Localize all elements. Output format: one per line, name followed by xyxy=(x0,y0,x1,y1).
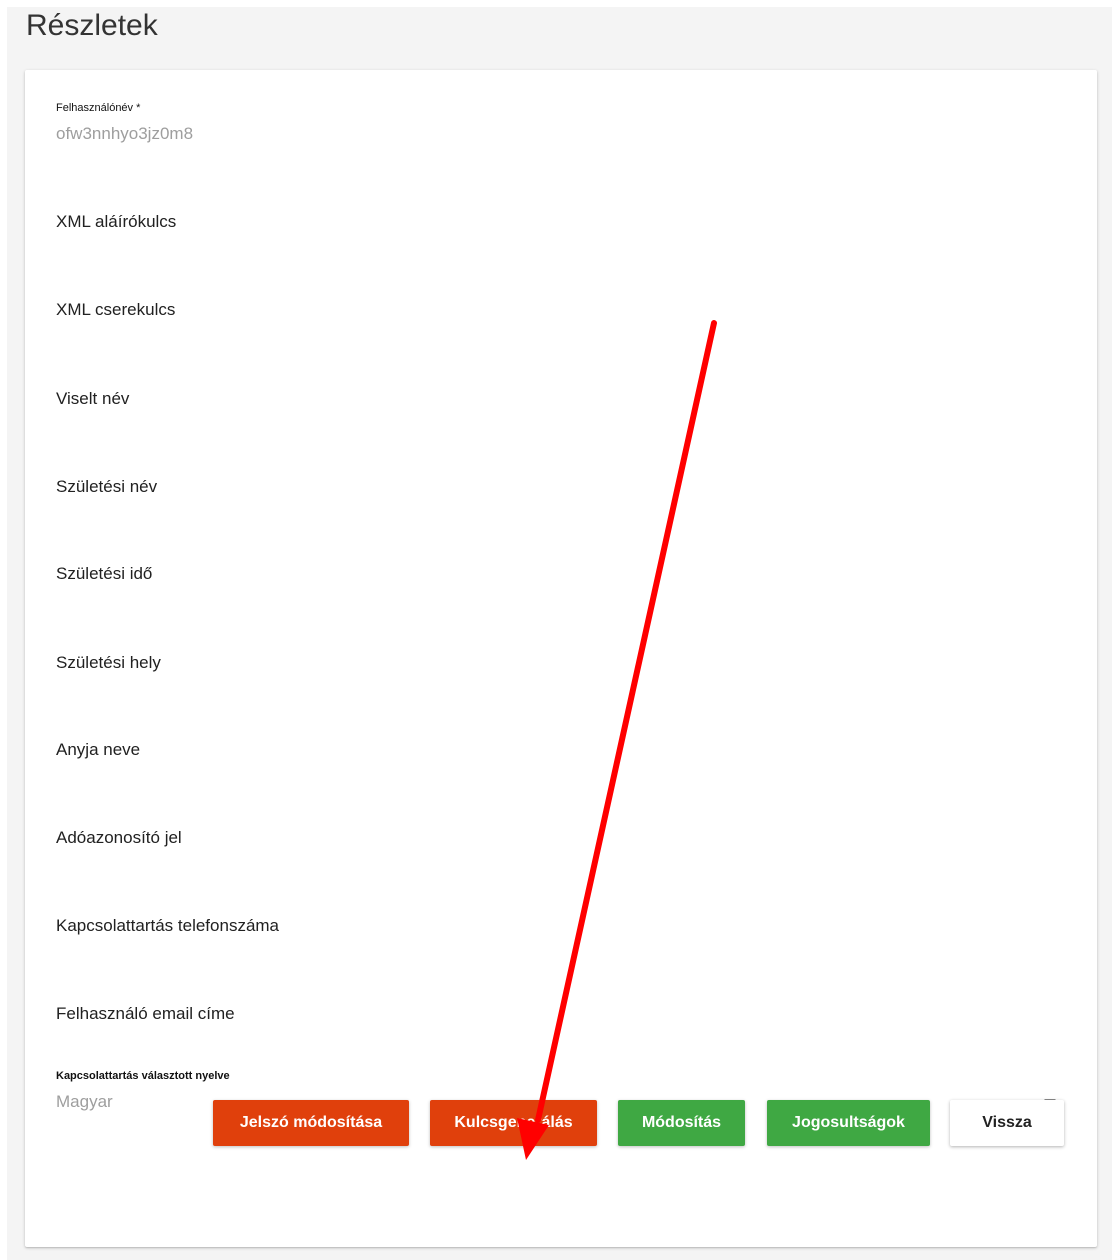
details-card: Felhasználónév * ofw3nnhyo3jz0m8 XML alá… xyxy=(25,70,1097,1247)
birth-name-field[interactable]: Születési név xyxy=(56,476,157,498)
back-button[interactable]: Vissza xyxy=(950,1100,1064,1146)
xml-exchange-key-field[interactable]: XML cserekulcs xyxy=(56,299,175,321)
page-title: Részletek xyxy=(26,9,158,42)
current-name-field[interactable]: Viselt név xyxy=(56,388,129,410)
change-password-button[interactable]: Jelszó módosítása xyxy=(213,1100,409,1146)
username-label: Felhasználónév * xyxy=(56,102,141,114)
language-select[interactable]: Magyar xyxy=(56,1091,113,1113)
key-generation-button[interactable]: Kulcsgenerálás xyxy=(430,1100,597,1146)
contact-phone-field[interactable]: Kapcsolattartás telefonszáma xyxy=(56,915,279,937)
language-label: Kapcsolattartás választott nyelve xyxy=(56,1070,230,1082)
modify-button[interactable]: Módosítás xyxy=(618,1100,745,1146)
user-email-field[interactable]: Felhasználó email címe xyxy=(56,1003,235,1025)
birth-place-field[interactable]: Születési hely xyxy=(56,652,161,674)
permissions-button[interactable]: Jogosultságok xyxy=(767,1100,930,1146)
birth-date-field[interactable]: Születési idő xyxy=(56,563,152,585)
username-field[interactable]: ofw3nnhyo3jz0m8 xyxy=(56,123,193,145)
tax-id-field[interactable]: Adóazonosító jel xyxy=(56,827,182,849)
xml-signing-key-field[interactable]: XML aláírókulcs xyxy=(56,211,176,233)
mother-name-field[interactable]: Anyja neve xyxy=(56,739,140,761)
